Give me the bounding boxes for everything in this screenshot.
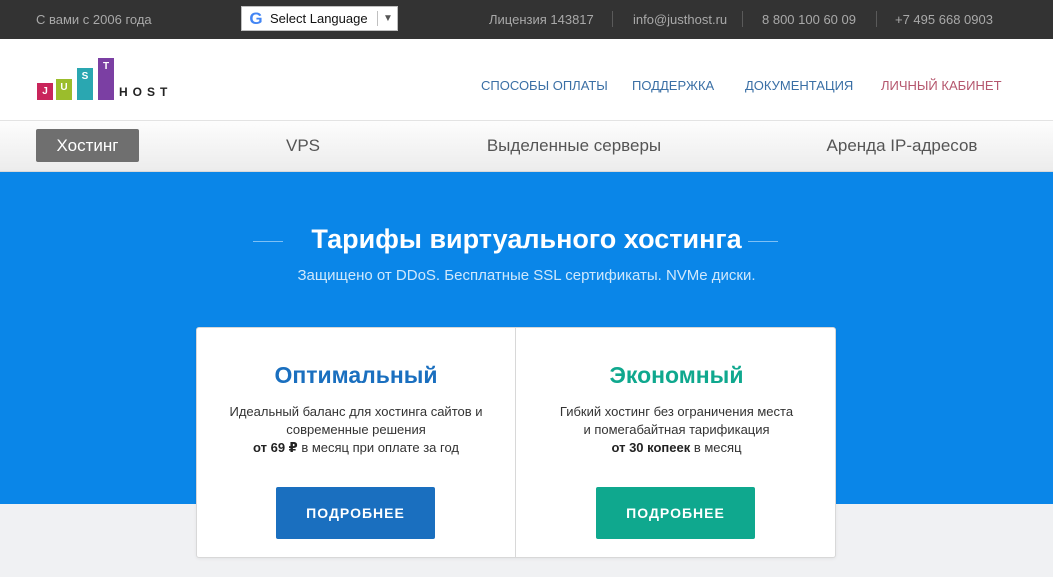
license-text: Лицензия 143817: [489, 12, 594, 27]
plan-price: от 69 ₽: [253, 440, 298, 455]
phone-free-link[interactable]: 8 800 100 60 09: [762, 12, 856, 27]
justhost-logo[interactable]: J U S T HOST: [37, 58, 177, 102]
product-tabs: Хостинг VPS Выделенные серверы Аренда IP…: [0, 121, 1053, 172]
plan-title: Оптимальный: [274, 362, 438, 388]
logo-letter-t: T: [98, 58, 114, 100]
hero-title: Тарифы виртуального хостинга: [311, 224, 742, 254]
plan-description: Идеальный баланс для хостинга сайтов и с…: [229, 404, 483, 455]
google-icon: G: [249, 8, 263, 28]
plan-description: Гибкий хостинг без ограничения места и п…: [559, 404, 794, 455]
logo-letter-j: J: [37, 83, 53, 100]
logo-word: HOST: [119, 85, 173, 99]
nav-cabinet-link[interactable]: ЛИЧНЫЙ КАБИНЕТ: [881, 78, 1002, 93]
language-select-label: Select Language: [270, 11, 368, 26]
plan-details-button[interactable]: ПОДРОБНЕЕ: [596, 487, 755, 539]
plan-price: от 30 копеек: [611, 440, 691, 455]
nav-payment-link[interactable]: СПОСОБЫ ОПЛАТЫ: [481, 78, 608, 93]
logo-letter-s: S: [77, 68, 93, 100]
plan-title: Экономный: [609, 362, 744, 388]
plan-card-optimal: Оптимальный Идеальный баланс для хостинг…: [197, 328, 516, 557]
email-link[interactable]: info@justhost.ru: [633, 12, 727, 27]
top-bar: С вами с 2006 года G Select Language ▼ Л…: [0, 0, 1053, 39]
plan-card-economy: Экономный Гибкий хостинг без ограничения…: [517, 328, 836, 557]
tab-hosting[interactable]: Хостинг: [36, 129, 139, 162]
logo-letter-u: U: [56, 79, 72, 100]
nav-docs-link[interactable]: ДОКУМЕНТАЦИЯ: [745, 78, 853, 93]
plan-details-button[interactable]: ПОДРОБНЕЕ: [276, 487, 435, 539]
plans-container: Оптимальный Идеальный баланс для хостинг…: [196, 327, 836, 558]
title-decor-line-right: [748, 241, 778, 242]
hero-subtitle: Защищено от DDoS. Бесплатные SSL сертифи…: [297, 267, 756, 284]
language-select[interactable]: G Select Language ▼: [241, 6, 398, 31]
nav-support-link[interactable]: ПОДДЕРЖКА: [632, 78, 714, 93]
tab-vps[interactable]: VPS: [263, 129, 343, 162]
tab-ip-rent[interactable]: Аренда IP-адресов: [815, 129, 989, 162]
site-header: J U S T HOST СПОСОБЫ ОПЛАТЫ ПОДДЕРЖКА ДО…: [0, 39, 1053, 121]
since-text: С вами с 2006 года: [36, 12, 152, 27]
tab-dedicated[interactable]: Выделенные серверы: [478, 129, 670, 162]
caret-down-icon: ▼: [383, 13, 393, 24]
phone-link[interactable]: +7 495 668 0903: [895, 12, 993, 27]
